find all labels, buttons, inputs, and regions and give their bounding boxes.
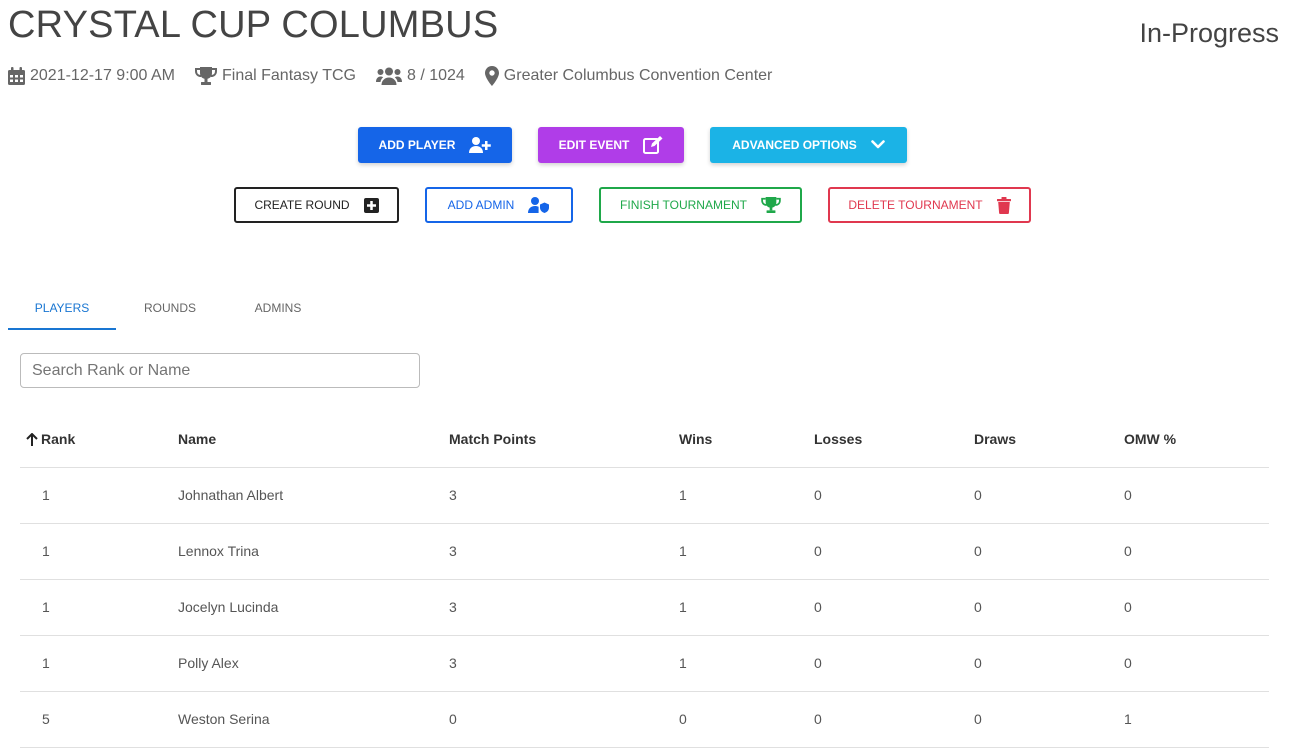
column-header-match-points[interactable]: Match Points [449, 411, 679, 468]
chevron-down-icon [870, 140, 885, 149]
table-row[interactable]: 1 Johnathan Albert 3 1 0 0 0 [20, 467, 1269, 524]
event-players-text: 8 / 1024 [406, 67, 465, 84]
finish-tournament-label: FINISH TOURNAMENT [620, 198, 747, 212]
tab-bar: PLAYERS ROUNDS ADMINS [8, 286, 332, 330]
edit-event-button[interactable]: EDIT EVENT [538, 127, 684, 163]
cell-rank: 1 [20, 635, 178, 692]
table-row[interactable]: 5 Weston Serina 0 0 0 0 1 [20, 691, 1269, 748]
column-header-rank-label: Rank [41, 430, 76, 447]
user-shield-icon [528, 197, 550, 213]
cell-match-points: 3 [449, 579, 679, 636]
cell-omw: 0 [1124, 579, 1269, 636]
cell-wins: 1 [679, 467, 814, 524]
event-date-text: 2021-12-17 9:00 AM [30, 67, 175, 84]
search-input[interactable] [20, 353, 420, 388]
edit-event-label: EDIT EVENT [558, 138, 630, 152]
table-row[interactable]: 1 Jocelyn Lucinda 3 1 0 0 0 [20, 579, 1269, 636]
create-round-label: CREATE ROUND [254, 198, 350, 212]
cell-name: Lennox Trina [178, 523, 449, 580]
column-header-wins[interactable]: Wins [679, 411, 814, 468]
cell-name: Johnathan Albert [178, 467, 449, 524]
cell-wins: 1 [679, 523, 814, 580]
edit-icon [643, 136, 663, 154]
page-title: CRYSTAL CUP COLUMBUS [8, 4, 499, 46]
cell-rank: 1 [20, 579, 178, 636]
cell-losses: 0 [814, 467, 974, 524]
add-admin-button[interactable]: ADD ADMIN [425, 187, 573, 223]
column-header-losses[interactable]: Losses [814, 411, 974, 468]
cell-omw: 0 [1124, 467, 1269, 524]
cell-rank: 1 [20, 523, 178, 580]
event-meta: 2021-12-17 9:00 AM Final Fantasy TCG 8 /… [8, 66, 792, 86]
column-header-draws[interactable]: Draws [974, 411, 1124, 468]
cell-draws: 0 [974, 635, 1124, 692]
event-players: 8 / 1024 [375, 67, 465, 85]
tab-admins[interactable]: ADMINS [224, 286, 332, 330]
cell-omw: 0 [1124, 523, 1269, 580]
cell-match-points: 0 [449, 691, 679, 748]
delete-tournament-button[interactable]: DELETE TOURNAMENT [828, 187, 1031, 223]
cell-omw: 0 [1124, 635, 1269, 692]
create-round-button[interactable]: CREATE ROUND [234, 187, 399, 223]
standings-table: Rank Name Match Points Wins Losses Draws… [20, 411, 1269, 748]
cell-wins: 1 [679, 635, 814, 692]
event-location: Greater Columbus Convention Center [484, 66, 773, 86]
cell-losses: 0 [814, 635, 974, 692]
column-header-rank[interactable]: Rank [20, 411, 178, 468]
column-header-name[interactable]: Name [178, 411, 449, 468]
event-game-text: Final Fantasy TCG [222, 67, 356, 84]
add-player-label: ADD PLAYER [378, 138, 456, 152]
arrow-up-icon [26, 432, 38, 446]
cell-rank: 5 [20, 691, 178, 748]
cell-draws: 0 [974, 579, 1124, 636]
finish-tournament-button[interactable]: FINISH TOURNAMENT [599, 187, 802, 223]
table-header-row: Rank Name Match Points Wins Losses Draws… [20, 411, 1269, 468]
cell-losses: 0 [814, 523, 974, 580]
advanced-options-label: ADVANCED OPTIONS [732, 138, 857, 152]
trophy-icon [195, 67, 217, 85]
tab-rounds[interactable]: ROUNDS [116, 286, 224, 330]
cell-draws: 0 [974, 691, 1124, 748]
cell-name: Weston Serina [178, 691, 449, 748]
cell-match-points: 3 [449, 467, 679, 524]
table-row[interactable]: 1 Polly Alex 3 1 0 0 0 [20, 635, 1269, 692]
users-icon [375, 67, 402, 85]
trophy-icon [761, 197, 781, 213]
status-label: In-Progress [1139, 18, 1279, 48]
cell-name: Polly Alex [178, 635, 449, 692]
cell-omw: 1 [1124, 691, 1269, 748]
plus-square-icon [363, 197, 379, 213]
event-game: Final Fantasy TCG [195, 67, 356, 85]
calendar-icon [8, 67, 25, 85]
tab-players[interactable]: PLAYERS [8, 286, 116, 330]
event-date: 2021-12-17 9:00 AM [8, 67, 175, 85]
cell-rank: 1 [20, 467, 178, 524]
delete-tournament-label: DELETE TOURNAMENT [848, 198, 983, 212]
user-plus-icon [469, 137, 492, 153]
cell-name: Jocelyn Lucinda [178, 579, 449, 636]
cell-match-points: 3 [449, 523, 679, 580]
cell-losses: 0 [814, 691, 974, 748]
column-header-omw[interactable]: OMW % [1124, 411, 1269, 468]
cell-draws: 0 [974, 523, 1124, 580]
event-location-text: Greater Columbus Convention Center [503, 67, 773, 84]
cell-losses: 0 [814, 579, 974, 636]
trash-icon [996, 196, 1011, 214]
cell-match-points: 3 [449, 635, 679, 692]
cell-draws: 0 [974, 467, 1124, 524]
map-marker-icon [484, 66, 499, 86]
add-player-button[interactable]: ADD PLAYER [358, 127, 512, 163]
cell-wins: 0 [679, 691, 814, 748]
add-admin-label: ADD ADMIN [447, 198, 515, 212]
table-row[interactable]: 1 Lennox Trina 3 1 0 0 0 [20, 523, 1269, 580]
cell-wins: 1 [679, 579, 814, 636]
advanced-options-button[interactable]: ADVANCED OPTIONS [710, 127, 907, 163]
